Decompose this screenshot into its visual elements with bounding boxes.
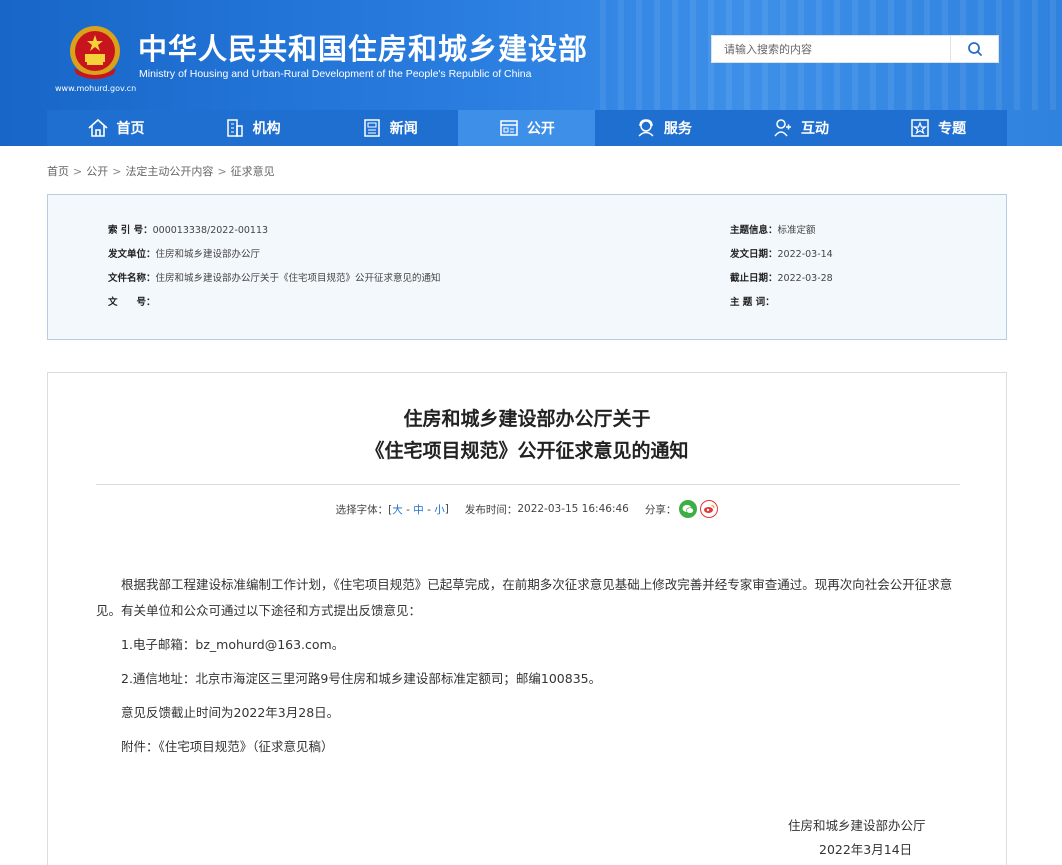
site-title: 中华人民共和国住房和城乡建设部 (138, 32, 589, 66)
body-paragraph: 根据我部工程建设标准编制工作计划，《住宅项目规范》已起草完成，在前期多次征求意见… (96, 577, 953, 618)
nav-label: 首页 (116, 121, 145, 137)
site-header: www.mohurd.gov.cn 中华人民共和国住房和城乡建设部 Minist… (0, 0, 1062, 146)
search-box (711, 35, 999, 63)
nav-item-interaction[interactable]: 互动 (732, 110, 869, 146)
nav-item-news[interactable]: 新闻 (321, 110, 458, 146)
wechat-share-icon[interactable] (679, 500, 698, 518)
service-icon (638, 119, 654, 137)
font-size-label: 选择字体：[ (335, 503, 393, 516)
search-icon (967, 42, 982, 56)
meta-topic: 主题信息：标准定额 (730, 225, 816, 236)
news-icon (363, 119, 380, 137)
meta-docname: 文件名称：住房和城乡建设部办公厅关于《住宅项目规范》公开征求意见的通知 (108, 273, 441, 284)
breadcrumb-statutory[interactable]: 法定主动公开内容 (125, 163, 213, 179)
article-body: 根据我部工程建设标准编制工作计划，《住宅项目规范》已起草完成，在前期多次征求意见… (96, 572, 962, 768)
meta-issuer: 发文单位：住房和城乡建设部办公厅 (108, 249, 261, 260)
share-label: 分享： (644, 503, 677, 516)
main-nav: 首页 机构 新闻 公开 服务 互动 专题 (47, 110, 1007, 146)
nav-item-institution[interactable]: 机构 (184, 110, 321, 146)
nav-label: 服务 (663, 121, 692, 137)
meta-keywords: 主 题 词： (730, 297, 775, 308)
breadcrumb-home[interactable]: 首页 (47, 163, 69, 179)
open-icon (500, 120, 518, 136)
font-small-link[interactable]: 小 (434, 504, 445, 516)
title-divider (96, 484, 960, 485)
article-title-line2: 《住宅项目规范》公开征求意见的通知 (365, 440, 689, 462)
breadcrumb: 首页 > 公开 > 法定主动公开内容 > 征求意见 (47, 163, 275, 179)
article-panel: 住房和城乡建设部办公厅关于 《住宅项目规范》公开征求意见的通知 选择字体：[ 大… (47, 372, 1007, 865)
topic-icon (911, 119, 929, 137)
breadcrumb-open[interactable]: 公开 (86, 163, 108, 179)
body-paragraph: 1.电子邮箱：bz_mohurd@163.com。 (121, 637, 345, 652)
publish-label: 发布时间： (464, 503, 518, 516)
attachment-link[interactable]: 附件：《住宅项目规范》（征求意见稿） (96, 734, 962, 760)
nav-item-home[interactable]: 首页 (47, 110, 184, 146)
article-title-line1: 住房和城乡建设部办公厅关于 (403, 408, 651, 430)
nav-item-topic[interactable]: 专题 (870, 110, 1007, 146)
breadcrumb-consultation[interactable]: 征求意见 (231, 163, 275, 179)
font-large-link[interactable]: 大 (392, 504, 403, 516)
meta-deadline: 截止日期：2022-03-28 (730, 273, 833, 284)
search-input[interactable] (712, 36, 950, 62)
body-paragraph: 意见反馈截止时间为2022年3月28日。 (121, 705, 340, 720)
nav-label: 公开 (526, 121, 555, 137)
meta-index: 索 引 号：000013338/2022-00113 (108, 225, 269, 236)
sign-date: 2022年3月14日 (819, 842, 913, 857)
document-meta-box: 索 引 号：000013338/2022-00113 发文单位：住房和城乡建设部… (47, 194, 1007, 340)
home-icon (88, 118, 108, 137)
site-url: www.mohurd.gov.cn (55, 84, 137, 93)
body-paragraph: 2.通信地址：北京市海淀区三里河路9号住房和城乡建设部标准定额司；邮编10083… (121, 671, 602, 686)
publish-time: 2022-03-15 16:46:46 (517, 503, 629, 515)
building-icon (226, 119, 243, 137)
search-button[interactable] (950, 36, 998, 62)
sign-organization: 住房和城乡建设部办公厅 (788, 818, 926, 833)
nav-label: 互动 (801, 121, 830, 137)
article-toolbar: 选择字体：[ 大 - 中 - 小 ] 发布时间： 2022-03-15 16:4… (48, 500, 1006, 518)
national-emblem-icon (70, 26, 120, 79)
site-subtitle: Ministry of Housing and Urban-Rural Deve… (139, 68, 532, 80)
article-title: 住房和城乡建设部办公厅关于 《住宅项目规范》公开征求意见的通知 (48, 403, 1006, 467)
nav-item-service[interactable]: 服务 (595, 110, 732, 146)
interaction-icon (774, 119, 792, 137)
weibo-share-icon[interactable] (700, 500, 719, 518)
meta-date: 发文日期：2022-03-14 (730, 249, 833, 260)
font-size-switcher: 大 - 中 - 小 (392, 503, 445, 516)
font-medium-link[interactable]: 中 (413, 504, 424, 516)
nav-label: 机构 (252, 121, 281, 137)
nav-label: 新闻 (389, 121, 418, 137)
meta-docno: 文 号： (108, 297, 156, 308)
nav-label: 专题 (938, 121, 967, 137)
nav-item-open[interactable]: 公开 (458, 110, 596, 146)
